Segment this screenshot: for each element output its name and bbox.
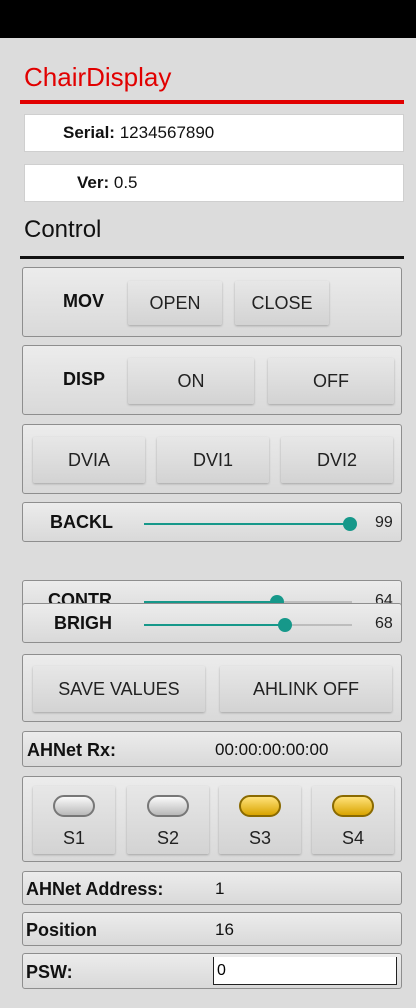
switch-s2[interactable]: S2 — [127, 786, 209, 854]
mov-label: MOV — [63, 291, 105, 311]
open-button[interactable]: OPEN — [128, 281, 222, 325]
dvia-button[interactable]: DVIA — [33, 437, 145, 483]
close-button[interactable]: CLOSE — [235, 281, 329, 325]
psw-label: PSW: — [26, 962, 73, 982]
version-label: Ver: — [77, 173, 110, 192]
disp-label: DISP — [63, 369, 106, 389]
app-title: ChairDisplay — [24, 62, 172, 92]
brightness-value: 68 — [375, 615, 393, 632]
backlight-label: BACKL — [50, 512, 113, 532]
switches-panel: S1 S2 S3 S4 — [22, 776, 402, 862]
position-row: Position 16 — [22, 912, 402, 946]
title-divider — [20, 100, 404, 104]
led-indicator-icon — [239, 795, 281, 817]
version-value: 0.5 — [113, 173, 138, 192]
save-values-button[interactable]: SAVE VALUES — [33, 666, 205, 712]
brightness-slider-thumb[interactable] — [278, 618, 292, 632]
led-indicator-icon — [53, 795, 95, 817]
ahnet-rx-row: AHNet Rx: 00:00:00:00:00 — [22, 731, 402, 767]
backlight-row: BACKL 99 — [22, 502, 402, 542]
brightness-slider-fill — [144, 624, 285, 626]
ahnet-address-label: AHNet Address: — [26, 879, 164, 899]
serial-value: 1234567890 — [119, 123, 215, 142]
ahnet-rx-label: AHNet Rx: — [27, 740, 117, 760]
backlight-value: 99 — [375, 514, 393, 531]
switch-s3[interactable]: S3 — [219, 786, 301, 854]
ahnet-address-row: AHNet Address: 1 — [22, 871, 402, 905]
dvi2-button[interactable]: DVI2 — [281, 437, 393, 483]
disp-off-button[interactable]: OFF — [268, 358, 394, 404]
psw-input[interactable] — [213, 957, 397, 985]
ahnet-rx-value: 00:00:00:00:00 — [215, 740, 329, 759]
disp-panel: DISP ON OFF — [22, 345, 402, 415]
backlight-slider-fill — [144, 523, 350, 525]
psw-row: PSW: — [22, 953, 402, 989]
ahlink-off-button[interactable]: AHLINK OFF — [220, 666, 392, 712]
led-indicator-icon — [332, 795, 374, 817]
switch-label: S2 — [156, 828, 180, 848]
control-title: Control — [24, 216, 102, 243]
switch-label: S3 — [248, 828, 272, 848]
ahnet-address-value: 1 — [215, 879, 225, 898]
switch-label: S1 — [62, 828, 86, 848]
version-box: Ver: 0.5 — [24, 164, 404, 202]
switch-s4[interactable]: S4 — [312, 786, 394, 854]
position-value: 16 — [215, 920, 234, 939]
status-bar — [0, 0, 416, 38]
serial-label: Serial: — [63, 123, 115, 142]
position-label: Position — [26, 920, 97, 940]
actions-panel: SAVE VALUES AHLINK OFF — [22, 654, 402, 722]
input-source-panel: DVIA DVI1 DVI2 — [22, 424, 402, 494]
brightness-label: BRIGH — [54, 613, 112, 633]
dvi1-button[interactable]: DVI1 — [157, 437, 269, 483]
switch-label: S4 — [341, 828, 365, 848]
control-divider — [20, 256, 404, 259]
switch-s1[interactable]: S1 — [33, 786, 115, 854]
disp-on-button[interactable]: ON — [128, 358, 254, 404]
backlight-slider-thumb[interactable] — [343, 517, 357, 531]
brightness-row: BRIGH 68 — [22, 603, 402, 643]
serial-box: Serial: 1234567890 — [24, 114, 404, 152]
mov-panel: MOV OPEN CLOSE — [22, 267, 402, 337]
led-indicator-icon — [147, 795, 189, 817]
